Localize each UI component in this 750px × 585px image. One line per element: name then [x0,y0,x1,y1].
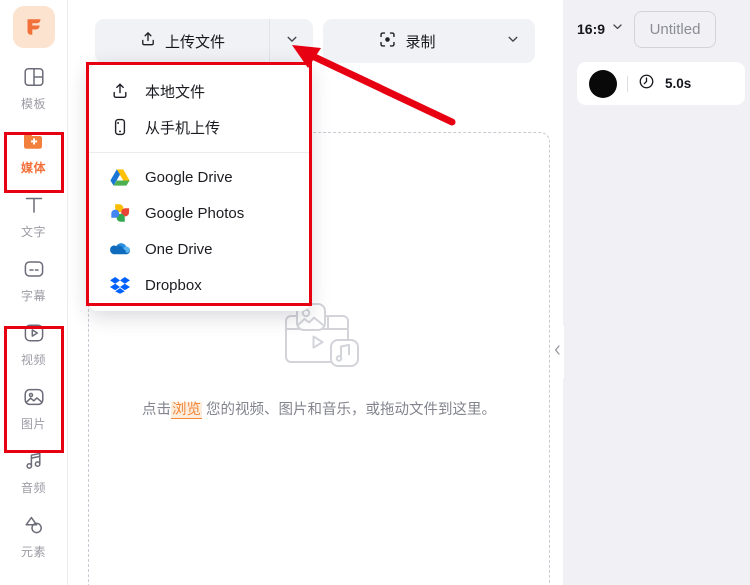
upload-file-label: 上传文件 [164,33,225,51]
record-button-group: 录制 [323,19,535,63]
upload-arrow-icon [109,80,131,102]
sidebar-item-label: 字幕 [20,289,46,303]
menu-item-label: Google Drive [145,168,233,186]
collapse-panel-button[interactable] [551,326,564,378]
video-play-icon [19,318,49,348]
caption-icon [19,254,49,284]
sidebar-item-label: 图片 [20,417,46,431]
menu-item-one-drive[interactable]: One Drive [89,231,309,267]
menu-item-google-drive[interactable]: Google Drive [89,159,309,195]
sidebar-item-label: 模板 [20,97,46,111]
upload-dropdown-caret[interactable] [269,19,313,63]
sidebar-item-label: 媒体 [20,161,46,175]
sidebar-item-label: 音频 [20,481,46,495]
sidebar-item-caption[interactable]: 字幕 [6,254,62,304]
chevron-down-icon [285,32,299,51]
clip-duration: 5.0s [665,76,692,91]
template-icon [19,62,49,92]
upload-arrow-icon [139,30,157,52]
text-t-icon [19,190,49,220]
sidebar-item-label: 视频 [20,353,46,367]
clock-icon [638,73,655,95]
sidebar-item-label: 元素 [20,545,46,559]
dropbox-icon [109,274,131,296]
upload-source-dropdown: 本地文件 从手机上传 Google Drive Google Photos On… [89,65,309,311]
sidebar-item-video[interactable]: 视频 [6,318,62,368]
black-circle-thumb [589,69,617,98]
dropzone-hint-before: 点击 [141,402,171,418]
divider [627,75,628,92]
google-drive-icon [109,166,131,188]
audio-note-icon [19,446,49,476]
menu-divider [89,152,309,153]
media-toolbar: 上传文件 录制 [68,0,563,64]
elements-icon [19,510,49,540]
menu-item-from-phone[interactable]: 从手机上传 [89,109,309,145]
right-panel: 16:9 Untitled 5.0s [551,0,750,585]
record-label: 录制 [405,33,436,51]
upload-file-button[interactable]: 上传文件 [95,19,269,63]
record-target-icon [378,30,397,53]
sidebar-item-label: 文字 [20,225,46,239]
menu-item-label: 本地文件 [145,83,206,101]
aspect-ratio-value: 16:9 [577,21,606,37]
phone-icon [109,116,131,138]
menu-item-local-file[interactable]: 本地文件 [89,73,309,109]
upload-file-button-group: 上传文件 [95,19,313,63]
chevron-down-icon [611,20,624,38]
browse-link[interactable]: 浏览 [170,402,202,419]
sidebar-item-text[interactable]: 文字 [6,190,62,240]
aspect-ratio-selector[interactable]: 16:9 [577,20,624,38]
image-icon [19,382,49,412]
chevron-left-icon [553,343,562,361]
dropzone-hint: 点击浏览 您的视频、图片和音乐，或拖动文件到这里。 [142,398,496,419]
media-folder-plus-icon [19,126,49,156]
menu-item-label: Dropbox [145,276,202,294]
sidebar-item-elements[interactable]: 元素 [6,510,62,560]
menu-item-label: One Drive [145,240,213,258]
record-dropdown-caret[interactable] [491,19,535,63]
record-button[interactable]: 录制 [323,19,491,63]
app-logo[interactable] [12,6,55,48]
clip-card[interactable]: 5.0s [577,62,745,105]
google-photos-icon [109,202,131,224]
chevron-down-icon [506,32,520,51]
menu-item-google-photos[interactable]: Google Photos [89,195,309,231]
menu-item-label: 从手机上传 [145,119,221,137]
dropzone-content: 点击浏览 您的视频、图片和音乐，或拖动文件到这里。 [89,298,549,419]
menu-item-dropbox[interactable]: Dropbox [89,267,309,303]
sidebar-item-image[interactable]: 图片 [6,382,62,432]
app-root: 模板 媒体 文字 字幕 视频 图片 音频 元素 上传文件 录制 点击浏览 您的视… [0,0,750,585]
onedrive-icon [109,238,131,260]
project-title-input[interactable]: Untitled [634,10,717,48]
dropzone-hint-after: 您的视频、图片和音乐，或拖动文件到这里。 [206,402,497,418]
menu-item-label: Google Photos [145,204,245,222]
project-header: 16:9 Untitled [563,0,750,58]
sidebar-item-media[interactable]: 媒体 [6,126,62,176]
sidebar-item-audio[interactable]: 音频 [6,446,62,496]
sidebar-item-template[interactable]: 模板 [6,62,62,112]
left-sidebar: 模板 媒体 文字 字幕 视频 图片 音频 元素 [0,0,68,585]
